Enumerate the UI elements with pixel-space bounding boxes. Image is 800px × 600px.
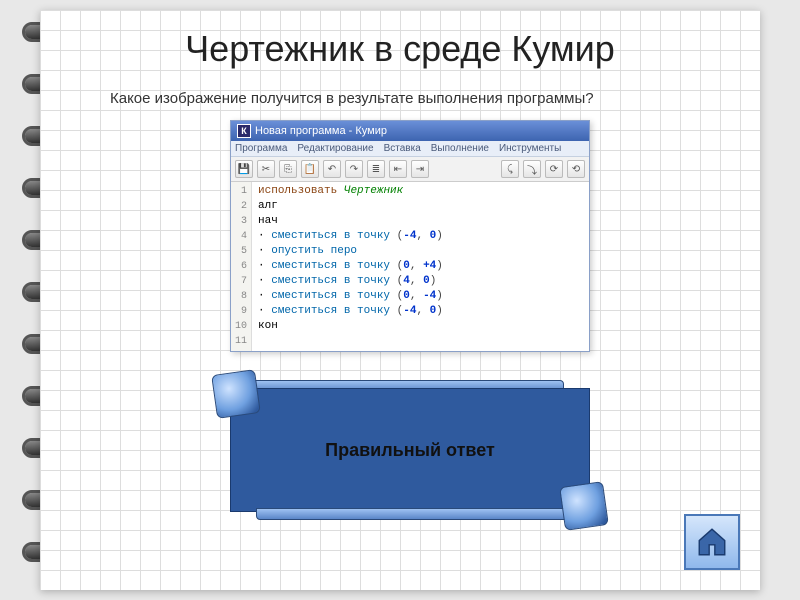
menu-tools[interactable]: Инструменты [499,143,561,154]
home-button[interactable] [684,514,740,570]
question-text: Какое изображение получится в результате… [110,90,594,107]
line-number: 7 [235,274,247,289]
menu-bar: Программа Редактирование Вставка Выполне… [231,141,589,157]
kumir-editor-window: К Новая программа - Кумир Программа Реда… [230,120,590,352]
menu-insert[interactable]: Вставка [384,143,421,154]
cut-icon[interactable]: ✂ [257,160,275,178]
answer-button[interactable]: Правильный ответ [230,388,590,512]
line-number: 8 [235,289,247,304]
menu-edit[interactable]: Редактирование [297,143,373,154]
save-icon[interactable]: 💾 [235,160,253,178]
window-titlebar: К Новая программа - Кумир [231,121,589,141]
menu-program[interactable]: Программа [235,143,287,154]
stop-icon[interactable]: ⟳ [545,160,563,178]
line-number: 3 [235,214,247,229]
app-logo-icon: К [237,124,251,138]
line-number-gutter: 1 2 3 4 5 6 7 8 9 10 11 [231,182,252,351]
page-title: Чертежник в среде Кумир [40,28,760,70]
list-icon[interactable]: ≣ [367,160,385,178]
line-number: 10 [235,319,247,334]
line-number: 4 [235,229,247,244]
outdent-icon[interactable]: ⇤ [389,160,407,178]
line-number: 1 [235,184,247,199]
home-icon [695,525,729,559]
paste-icon[interactable]: 📋 [301,160,319,178]
toolbar: 💾 ✂ ⎘ 📋 ↶ ↷ ≣ ⇤ ⇥ ⤹ ⤵ ⟳ ⟲ [231,157,589,182]
debug-icon[interactable]: ⟲ [567,160,585,178]
line-number: 5 [235,244,247,259]
code-area: 1 2 3 4 5 6 7 8 9 10 11 использовать Чер… [231,182,589,351]
scroll-roll-bottom-icon [559,481,609,531]
undo-icon[interactable]: ↶ [323,160,341,178]
redo-icon[interactable]: ↷ [345,160,363,178]
copy-icon[interactable]: ⎘ [279,160,297,178]
answer-label: Правильный ответ [325,440,495,461]
indent-icon[interactable]: ⇥ [411,160,429,178]
code-editor[interactable]: использовать Чертежник алг нач · сместит… [252,182,589,351]
run-icon[interactable]: ⤹ [501,160,519,178]
line-number: 6 [235,259,247,274]
line-number: 11 [235,334,247,349]
notebook-page: Чертежник в среде Кумир Какое изображени… [40,10,760,590]
line-number: 2 [235,199,247,214]
menu-run[interactable]: Выполнение [431,143,489,154]
step-icon[interactable]: ⤵ [523,160,541,178]
scroll-edge-bottom [256,508,590,520]
window-title: Новая программа - Кумир [255,125,387,137]
line-number: 9 [235,304,247,319]
answer-scroll[interactable]: Правильный ответ [210,370,610,530]
scroll-roll-top-icon [211,369,261,419]
